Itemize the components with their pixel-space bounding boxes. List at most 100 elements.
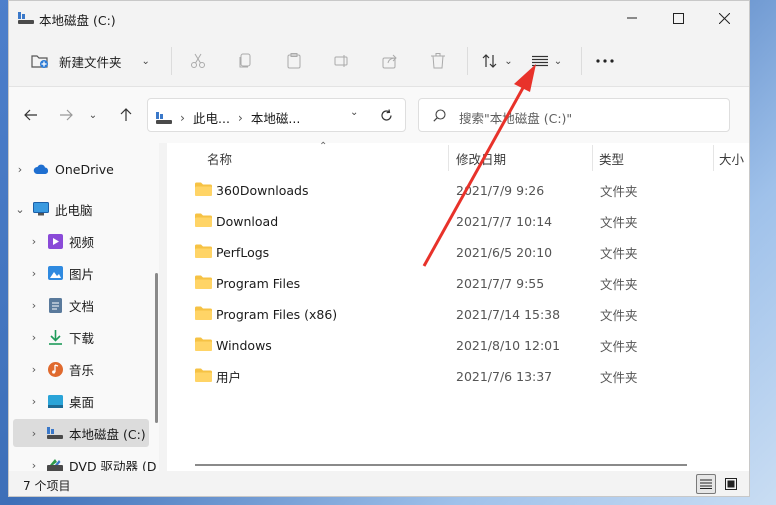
- breadcrumb-local-disk[interactable]: 本地磁...: [251, 108, 300, 127]
- chevron-down-icon: ⌄: [504, 55, 513, 67]
- picture-icon: [47, 265, 63, 281]
- arrow-right-icon: [60, 109, 73, 121]
- column-header-date[interactable]: 修改日期: [456, 143, 586, 173]
- table-row[interactable]: 用户 2021/7/6 13:37 文件夹: [185, 362, 705, 390]
- sidebar-item-downloads[interactable]: › 下载: [27, 323, 163, 351]
- column-header-name[interactable]: 名称: [207, 143, 447, 173]
- file-date: 2021/7/7 10:14: [456, 213, 553, 229]
- folder-icon: [195, 182, 212, 196]
- column-header-label: 修改日期: [456, 151, 507, 167]
- file-date: 2021/7/9 9:26: [456, 182, 545, 198]
- chevron-down-icon[interactable]: ⌄: [13, 203, 27, 216]
- column-divider[interactable]: [592, 145, 593, 171]
- up-button[interactable]: [112, 103, 140, 127]
- file-type: 文件夹: [600, 307, 638, 323]
- share-icon: [382, 54, 397, 69]
- search-box[interactable]: 搜索"本地磁盘 (C:)": [418, 98, 730, 132]
- table-row[interactable]: Windows 2021/8/10 12:01 文件夹: [185, 331, 705, 359]
- table-row[interactable]: 360Downloads 2021/7/9 9:26 文件夹: [185, 176, 705, 204]
- share-button[interactable]: [376, 46, 404, 76]
- sidebar-item-label: 图片: [69, 266, 95, 282]
- column-header-label: 名称: [207, 151, 233, 167]
- sidebar-item-pictures[interactable]: › 图片: [27, 259, 163, 287]
- drive-icon: [156, 111, 172, 124]
- chevron-right-icon[interactable]: ›: [27, 459, 41, 472]
- maximize-icon: [672, 12, 684, 24]
- rename-button[interactable]: [328, 46, 356, 76]
- forward-button[interactable]: [52, 103, 80, 127]
- delete-button[interactable]: [424, 46, 452, 76]
- chevron-right-icon[interactable]: ›: [27, 395, 41, 408]
- chevron-right-icon[interactable]: ›: [27, 363, 41, 376]
- cut-button[interactable]: [184, 46, 212, 76]
- maximize-button[interactable]: [655, 5, 701, 31]
- sidebar-item-this-pc[interactable]: ⌄ 此电脑: [13, 195, 149, 223]
- window-title: 本地磁盘 (C:): [39, 13, 116, 28]
- chevron-right-icon[interactable]: ›: [27, 267, 41, 280]
- chevron-right-icon[interactable]: ›: [27, 235, 41, 248]
- tiles-view-icon: [725, 478, 737, 490]
- chevron-right-icon[interactable]: ›: [13, 163, 27, 176]
- search-placeholder: 搜索"本地磁盘 (C:)": [459, 111, 573, 126]
- address-bar[interactable]: › 此电... › 本地磁... ⌄: [147, 98, 406, 132]
- sidebar-scrollbar[interactable]: [155, 273, 158, 423]
- navigation-pane: › OneDrive ⌄ 此电脑 › 视频 › 图片 › 文档 › 下载 › 音…: [9, 143, 159, 474]
- list-view-icon: [531, 55, 548, 67]
- desktop-icon: [47, 393, 63, 409]
- chevron-right-icon[interactable]: ›: [27, 331, 41, 344]
- sidebar-item-desktop[interactable]: › 桌面: [27, 387, 163, 415]
- refresh-icon[interactable]: [380, 109, 393, 122]
- new-folder-icon: [31, 55, 48, 68]
- sidebar-item-onedrive[interactable]: › OneDrive: [13, 155, 149, 183]
- tiles-view-button[interactable]: [721, 474, 741, 494]
- file-type: 文件夹: [600, 276, 638, 292]
- folder-icon: [195, 244, 212, 258]
- file-date: 2021/6/5 20:10: [456, 244, 553, 260]
- chevron-right-icon: ›: [180, 110, 185, 125]
- document-icon: [47, 297, 63, 313]
- more-options-button[interactable]: [591, 46, 619, 76]
- view-button[interactable]: ⌄: [527, 46, 567, 76]
- recent-locations-button[interactable]: ⌄: [83, 103, 103, 127]
- sidebar-item-label: OneDrive: [55, 161, 114, 177]
- column-divider[interactable]: [448, 145, 449, 171]
- table-row[interactable]: Download 2021/7/7 10:14 文件夹: [185, 207, 705, 235]
- file-name: Download: [216, 213, 279, 229]
- table-row[interactable]: PerfLogs 2021/6/5 20:10 文件夹: [185, 238, 705, 266]
- copy-icon: [239, 53, 251, 68]
- chevron-down-icon: ⌄: [553, 55, 563, 67]
- sidebar-item-label: 下载: [69, 330, 95, 346]
- sidebar-item-local-disk[interactable]: › 本地磁盘 (C:): [13, 419, 149, 447]
- file-list: ⌃ 名称 修改日期 类型 大小 360Downloads 2021/7/9 9:2…: [167, 141, 749, 471]
- navigation-bar: ⌄ › 此电... › 本地磁... ⌄ 搜索"本地磁盘 (C:)": [9, 87, 749, 143]
- copy-button[interactable]: [231, 46, 259, 76]
- minimize-button[interactable]: [609, 5, 655, 31]
- file-type: 文件夹: [600, 338, 638, 354]
- details-view-icon: [700, 479, 712, 489]
- sidebar-item-music[interactable]: › 音乐: [27, 355, 163, 383]
- column-header-size[interactable]: 大小: [719, 143, 749, 173]
- column-header-type[interactable]: 类型: [599, 143, 709, 173]
- table-row[interactable]: Program Files (x86) 2021/7/14 15:38 文件夹: [185, 300, 705, 328]
- chevron-right-icon[interactable]: ›: [27, 299, 41, 312]
- horizontal-scrollbar[interactable]: [195, 464, 687, 466]
- chevron-down-icon[interactable]: ⌄: [350, 107, 358, 118]
- back-button[interactable]: [17, 103, 45, 127]
- breadcrumb-this-pc[interactable]: 此电...: [193, 108, 230, 127]
- chevron-right-icon[interactable]: ›: [27, 427, 41, 440]
- sidebar-item-documents[interactable]: › 文档: [27, 291, 163, 319]
- new-button[interactable]: 新建文件夹 ⌄: [31, 46, 161, 76]
- table-row[interactable]: Program Files 2021/7/7 9:55 文件夹: [185, 269, 705, 297]
- sidebar-item-videos[interactable]: › 视频: [27, 227, 163, 255]
- close-button[interactable]: [701, 5, 747, 31]
- paste-button[interactable]: [280, 46, 308, 76]
- sort-button[interactable]: ⌄: [476, 46, 518, 76]
- file-type: 文件夹: [600, 214, 638, 230]
- details-view-button[interactable]: [696, 474, 716, 494]
- file-date: 2021/7/7 9:55: [456, 275, 545, 291]
- file-type: 文件夹: [600, 183, 638, 199]
- column-divider[interactable]: [713, 145, 714, 171]
- sidebar-item-label: 文档: [69, 298, 95, 314]
- folder-icon: [195, 213, 212, 227]
- sidebar-item-label: 此电脑: [55, 202, 93, 218]
